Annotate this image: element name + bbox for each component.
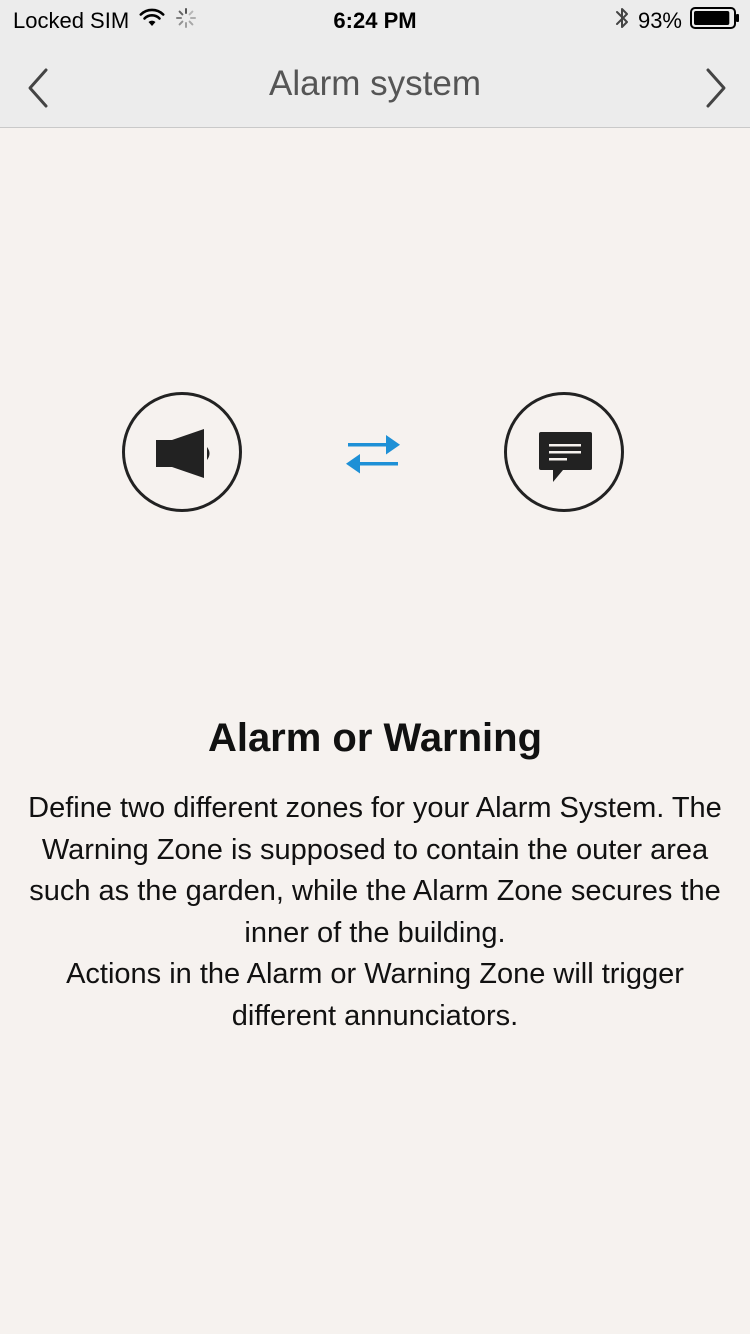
battery-percent: 93% bbox=[637, 8, 682, 33]
description-paragraph: Actions in the Alarm or Warning Zone wil… bbox=[66, 958, 684, 1032]
status-right: 93% bbox=[614, 7, 740, 35]
swap-arrows-icon bbox=[344, 428, 402, 482]
chevron-right-icon bbox=[706, 68, 726, 108]
description-text: Define two different zones for your Alar… bbox=[20, 788, 730, 1037]
forward-button[interactable] bbox=[700, 66, 730, 110]
status-bar: Locked SIM 6:24 PM 93% bbox=[0, 0, 750, 40]
bluetooth-icon bbox=[614, 5, 630, 37]
message-icon bbox=[504, 392, 624, 512]
section-heading: Alarm or Warning bbox=[207, 716, 543, 760]
battery-icon bbox=[690, 7, 740, 35]
page-title: Alarm system bbox=[269, 64, 481, 103]
description-paragraph: Define two different zones for your Alar… bbox=[28, 792, 722, 949]
navigation-bar: Alarm system bbox=[0, 40, 750, 128]
speaker-icon bbox=[122, 392, 242, 512]
